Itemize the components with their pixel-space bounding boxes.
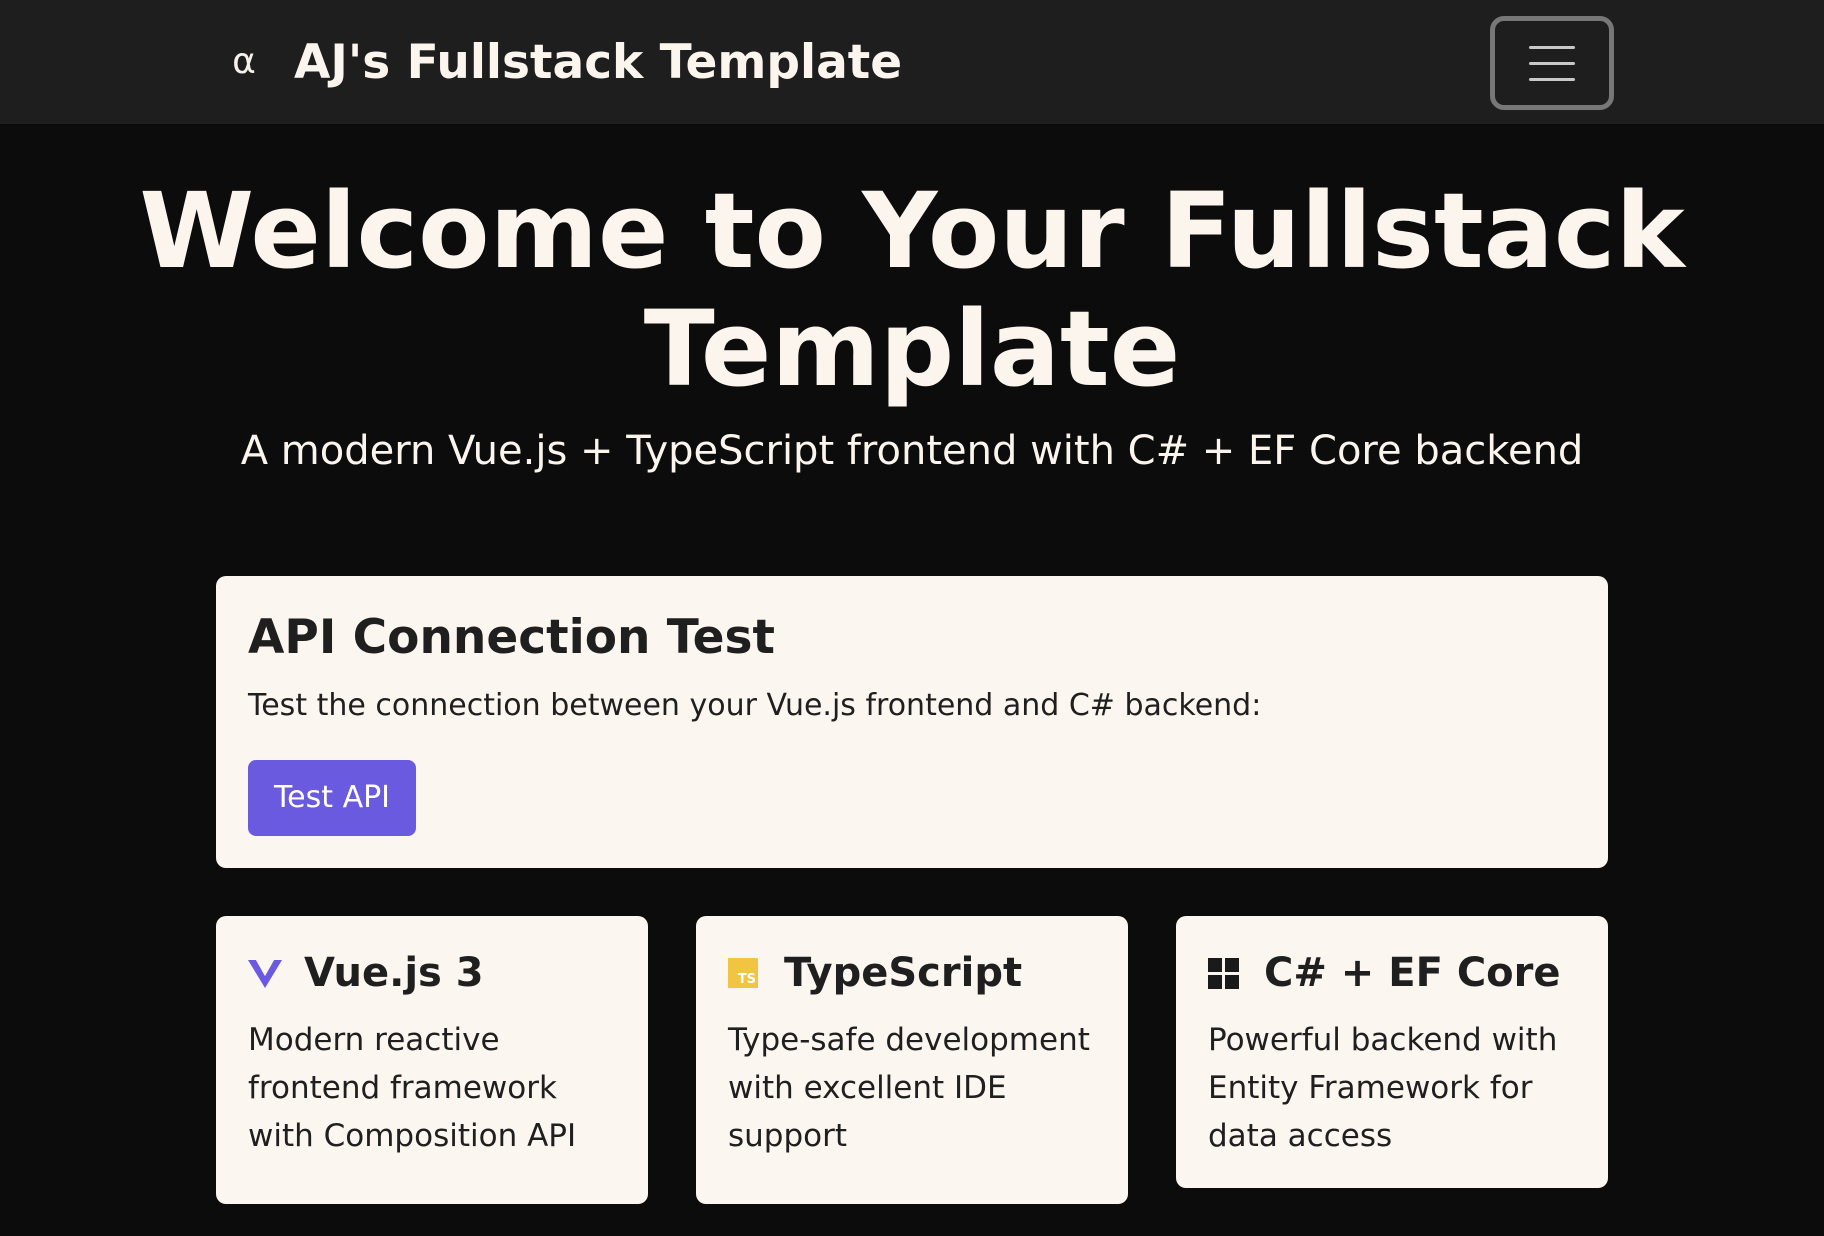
navbar: α AJ's Fullstack Template [0,0,1824,124]
feature-description: Type-safe development with excellent IDE… [728,1022,1090,1154]
test-api-button[interactable]: Test API [248,760,416,836]
typescript-logo-text: TS [737,972,756,987]
feature-description: Powerful backend with Entity Framework f… [1208,1022,1558,1154]
api-test-card: API Connection Test Test the connection … [216,576,1608,868]
hamburger-menu-icon [1529,46,1575,49]
feature-description: Modern reactive frontend framework with … [248,1022,577,1154]
feature-card-typescript: TS TypeScript Type-safe development with… [696,916,1128,1204]
feature-card-vue: Vue.js 3 Modern reactive frontend framew… [216,916,648,1204]
hero-title: Welcome to Your Fullstack Template [139,170,1685,410]
api-test-description: Test the connection between your Vue.js … [248,688,1262,723]
feature-card-csharp: C# + EF Core Powerful backend with Entit… [1176,916,1608,1188]
hero-subtitle: A modern Vue.js + TypeScript frontend wi… [240,428,1584,474]
feature-title: TypeScript [784,950,1023,996]
alpha-logo-icon[interactable]: α [224,36,264,88]
api-test-title: API Connection Test [248,610,775,665]
navbar-toggle-button[interactable] [1490,16,1614,110]
windows-logo-icon [1208,956,1242,990]
hamburger-bar [1529,62,1575,65]
hamburger-bar [1529,78,1575,81]
feature-title: C# + EF Core [1264,950,1561,996]
feature-title: Vue.js 3 [304,950,484,996]
brand-title[interactable]: AJ's Fullstack Template [294,30,902,96]
vue-logo-icon [248,956,282,990]
typescript-logo-icon: TS [728,956,762,990]
